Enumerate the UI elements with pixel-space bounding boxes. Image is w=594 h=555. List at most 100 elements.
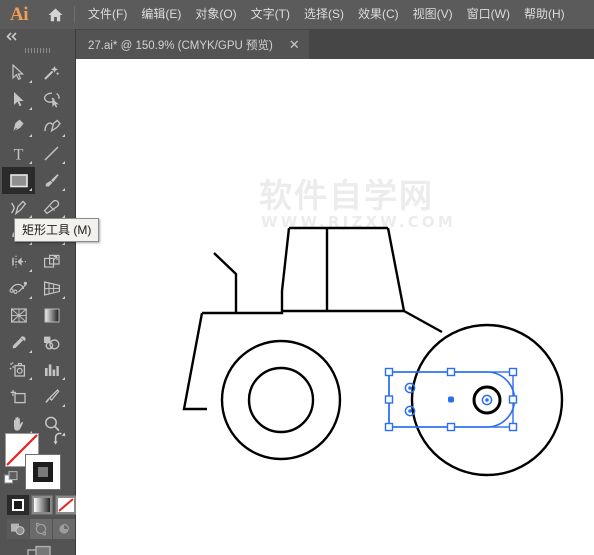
- swap-fill-stroke-icon[interactable]: [52, 431, 68, 445]
- tool-row: [2, 194, 73, 221]
- tool-grid: T: [2, 59, 73, 437]
- slice-tool[interactable]: [35, 383, 68, 410]
- mesh-tool[interactable]: [2, 302, 35, 329]
- selection-bbox: [384, 367, 518, 432]
- column-graph-tool[interactable]: [35, 356, 68, 383]
- change-screen-mode[interactable]: [26, 544, 54, 555]
- selection-tool[interactable]: [2, 59, 35, 86]
- menu-help[interactable]: 帮助(H): [517, 0, 572, 29]
- watermark-chinese: 软件自学网: [259, 176, 434, 215]
- home-icon[interactable]: [38, 7, 72, 23]
- pen-tool[interactable]: [2, 113, 35, 140]
- shape-builder-tool[interactable]: [2, 275, 35, 302]
- free-transform-tool[interactable]: [35, 248, 68, 275]
- blend-tool[interactable]: [35, 329, 68, 356]
- flyout-indicator: [29, 296, 32, 299]
- magic-wand-tool[interactable]: [35, 59, 68, 86]
- tool-row: T: [2, 140, 73, 167]
- paintbrush-tool[interactable]: [35, 167, 68, 194]
- document-tab-bar: 27.ai* @ 150.9% (CMYK/GPU 预览) ✕: [76, 29, 594, 59]
- svg-text:T: T: [14, 147, 24, 163]
- flyout-indicator: [62, 377, 65, 380]
- menu-window[interactable]: 窗口(W): [460, 0, 517, 29]
- default-fill-stroke-icon[interactable]: [4, 471, 19, 485]
- tool-row: [2, 356, 73, 383]
- line-segment-tool[interactable]: [35, 140, 68, 167]
- lasso-tool[interactable]: [35, 86, 68, 113]
- screen-mode-icon: [27, 545, 51, 555]
- draw-behind-button[interactable]: [30, 519, 52, 539]
- flyout-indicator: [62, 134, 65, 137]
- flyout-indicator: [29, 134, 32, 137]
- menu-edit[interactable]: 编辑(E): [134, 0, 188, 29]
- draw-inside-button[interactable]: [53, 519, 75, 539]
- tractor-drawing: [182, 226, 564, 477]
- cab-left-post: [280, 227, 291, 292]
- steering-column: [213, 252, 238, 313]
- artboard-tool[interactable]: [2, 383, 35, 410]
- paint-mode-row: [7, 495, 79, 515]
- flyout-indicator: [62, 404, 65, 407]
- artboard-canvas[interactable]: 软件自学网 WWW.RJZXW.COM: [76, 59, 594, 555]
- draw-normal-icon: [11, 523, 25, 536]
- menu-divider: [74, 6, 75, 23]
- watermark: 软件自学网 WWW.RJZXW.COM: [259, 176, 453, 231]
- symbol-sprayer-tool[interactable]: [2, 356, 35, 383]
- curvature-tool[interactable]: [35, 113, 68, 140]
- flyout-indicator: [62, 161, 65, 164]
- front-wheel-outer: [220, 339, 342, 461]
- gradient-swatch-icon: [34, 498, 50, 512]
- flyout-indicator: [29, 350, 32, 353]
- stroke-color-swatch[interactable]: [26, 455, 60, 489]
- type-tool[interactable]: T: [2, 140, 35, 167]
- flyout-indicator: [29, 377, 32, 380]
- menu-effect[interactable]: 效果(C): [351, 0, 406, 29]
- tool-tooltip: 矩形工具 (M): [14, 218, 100, 242]
- draw-inside-icon: [59, 523, 70, 534]
- flyout-indicator: [29, 269, 32, 272]
- none-swatch-icon: [58, 498, 74, 512]
- tool-row: [2, 113, 73, 140]
- tools-panel: T 矩形工具 (M): [0, 29, 100, 555]
- panel-drag-handle[interactable]: [0, 44, 75, 57]
- document-tab[interactable]: 27.ai* @ 150.9% (CMYK/GPU 预览) ✕: [76, 30, 309, 59]
- flyout-indicator: [29, 161, 32, 164]
- draw-normal-button[interactable]: [7, 519, 29, 539]
- illustrator-window: Ai 文件(F) 编辑(E) 对象(O) 文字(T) 选择(S) 效果(C) 视…: [0, 0, 594, 555]
- menu-object[interactable]: 对象(O): [188, 0, 243, 29]
- perspective-grid-tool[interactable]: [35, 275, 68, 302]
- shaper-tool[interactable]: [2, 194, 35, 221]
- fill-stroke-controls: [4, 431, 70, 493]
- close-icon[interactable]: ✕: [289, 38, 300, 51]
- width-tool[interactable]: [2, 248, 35, 275]
- tool-row: [2, 86, 73, 113]
- flyout-indicator: [62, 242, 65, 245]
- none-mode-button[interactable]: [55, 495, 77, 515]
- cab-right-post: [386, 227, 406, 312]
- hub-anchor: [481, 394, 493, 406]
- eraser-tool[interactable]: [35, 194, 68, 221]
- tool-row: [2, 167, 73, 194]
- hood-top: [202, 291, 284, 315]
- menu-file[interactable]: 文件(F): [81, 0, 134, 29]
- eyedropper-tool[interactable]: [2, 329, 35, 356]
- menu-type[interactable]: 文字(T): [244, 0, 297, 29]
- gradient-mode-button[interactable]: [31, 495, 53, 515]
- menu-select[interactable]: 选择(S): [297, 0, 351, 29]
- menu-view[interactable]: 视图(V): [406, 0, 460, 29]
- collapse-panel-button[interactable]: [0, 29, 75, 44]
- direct-selection-tool[interactable]: [2, 86, 35, 113]
- draw-behind-icon: [35, 522, 47, 536]
- tool-row: [2, 248, 73, 275]
- double-chevron-left-icon: [6, 32, 17, 41]
- flyout-indicator: [62, 296, 65, 299]
- grip-dots: [24, 48, 51, 53]
- menu-bar: Ai 文件(F) 编辑(E) 对象(O) 文字(T) 选择(S) 效果(C) 视…: [0, 0, 594, 29]
- gradient-tool[interactable]: [35, 302, 68, 329]
- center-point: [448, 396, 454, 403]
- tool-row: [2, 383, 73, 410]
- rectangle-tool[interactable]: [2, 167, 35, 194]
- document-tab-title: 27.ai* @ 150.9% (CMYK/GPU 预览): [88, 39, 273, 52]
- flyout-indicator: [29, 242, 32, 245]
- color-mode-button[interactable]: [7, 495, 29, 515]
